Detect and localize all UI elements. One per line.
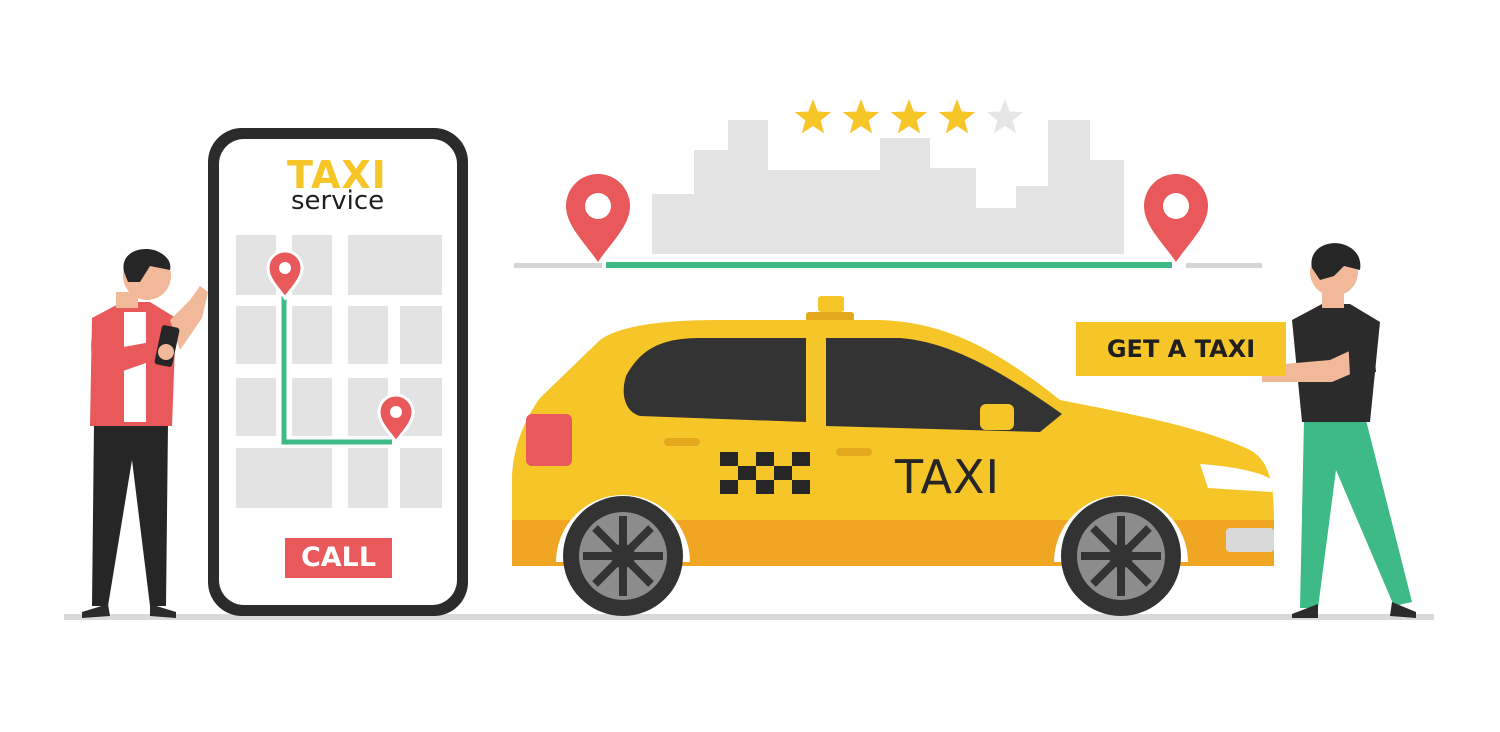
- rating-stars: [794, 99, 1024, 134]
- road-right: [1186, 263, 1262, 268]
- star-icon: [794, 99, 832, 134]
- man-with-phone: [82, 248, 208, 618]
- location-pin-icon: [1144, 174, 1208, 262]
- star-icon: [842, 99, 880, 134]
- star-icon: [938, 99, 976, 134]
- app-subtitle: service: [291, 186, 385, 216]
- get-a-taxi-sign[interactable]: GET A TAXI: [1076, 322, 1286, 376]
- wheel-icon: [563, 496, 683, 616]
- man-with-sign: [1262, 243, 1416, 618]
- route-line: [606, 262, 1172, 268]
- call-button[interactable]: CALL: [285, 538, 392, 578]
- wheel-icon: [1061, 496, 1181, 616]
- location-pin-icon: [566, 174, 630, 262]
- city-skyline: [652, 120, 1124, 254]
- star-icon: [986, 99, 1024, 134]
- car-taxi-label: TAXI: [895, 450, 1001, 504]
- star-icon: [890, 99, 928, 134]
- road-left: [514, 263, 602, 268]
